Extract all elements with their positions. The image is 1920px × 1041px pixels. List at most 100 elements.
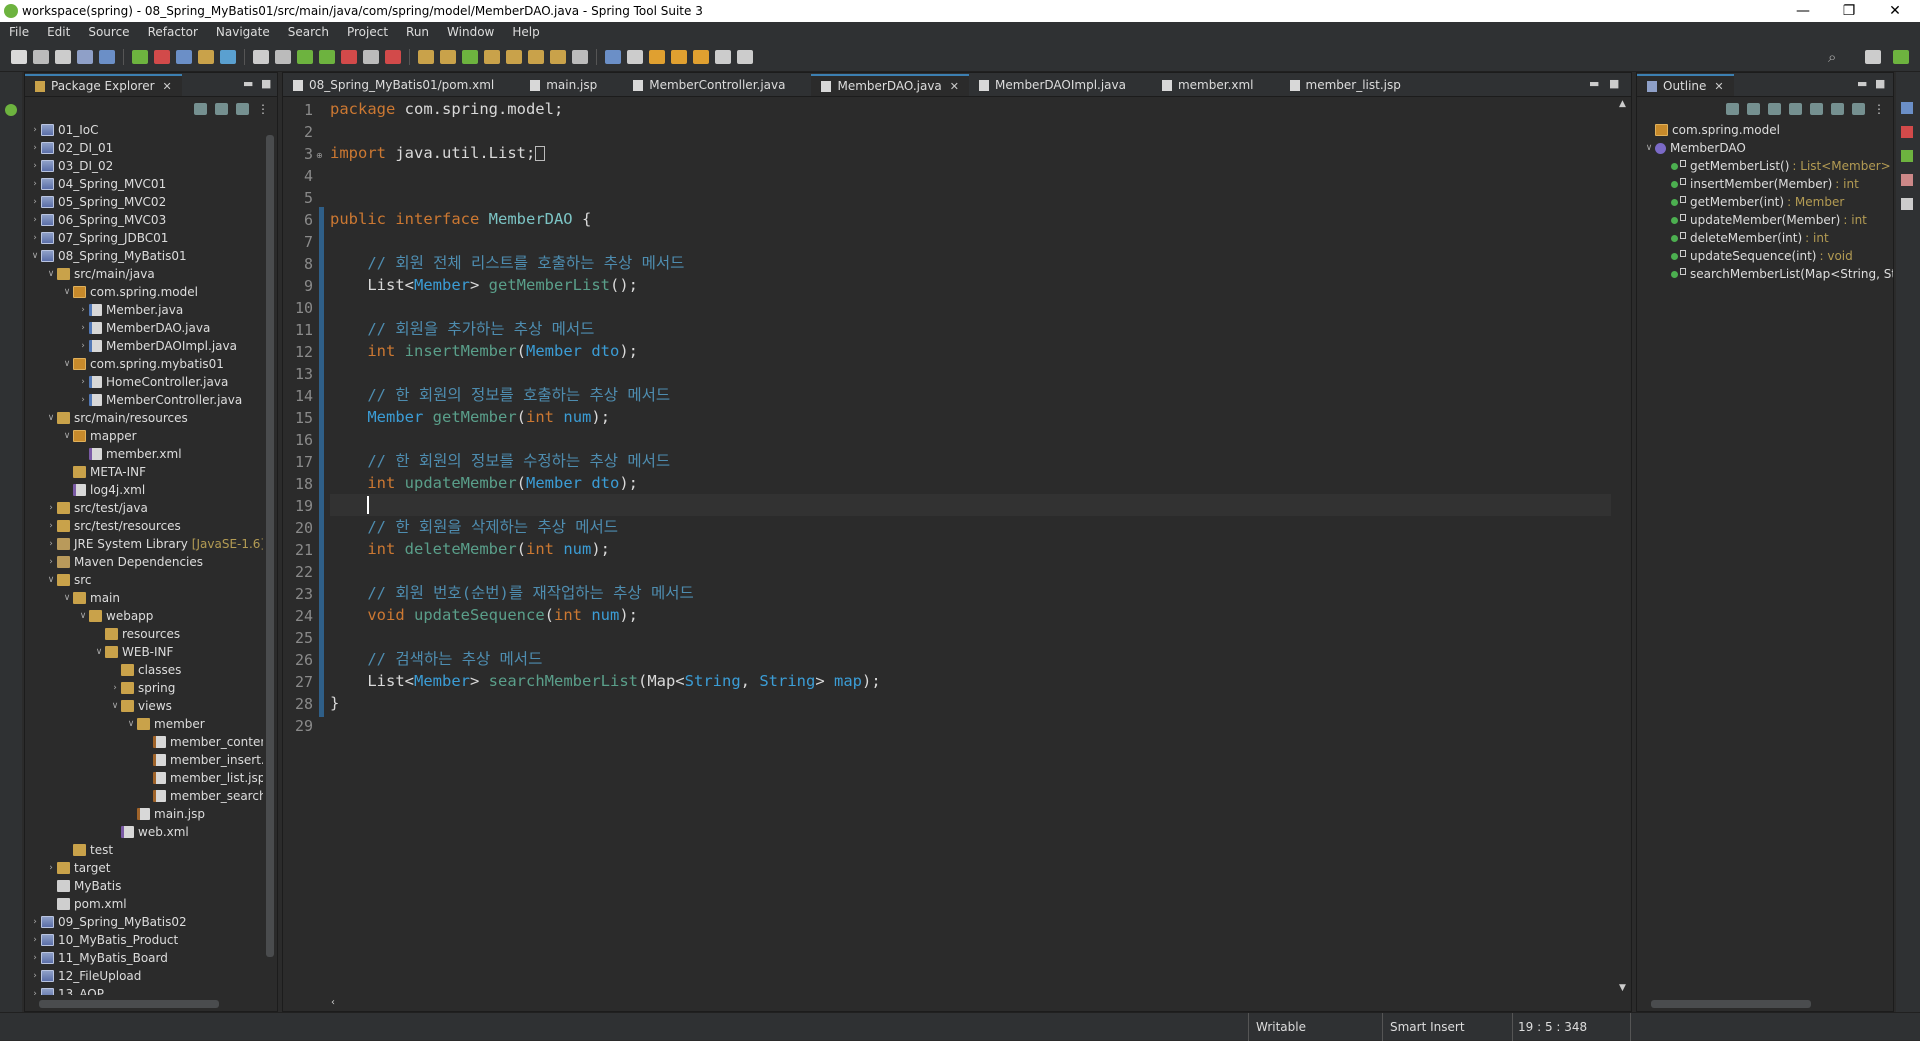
chevron-down-icon[interactable]: ∨: [61, 431, 73, 441]
toolbar-button-icon[interactable]: [550, 49, 566, 64]
console-icon[interactable]: [1901, 150, 1913, 162]
code-line[interactable]: [330, 186, 1611, 208]
code-line[interactable]: int updateMember(Member dto);: [330, 472, 1611, 494]
toolbar-button-icon[interactable]: [198, 49, 214, 64]
tree-item[interactable]: classes: [25, 661, 263, 679]
editor-vscrollbar[interactable]: ▲ ▼: [1617, 97, 1631, 995]
outline-hscrollbar[interactable]: [1637, 997, 1893, 1011]
code-line[interactable]: [330, 296, 1611, 318]
toolbar-button-icon[interactable]: [462, 49, 478, 64]
code-line[interactable]: // 회원을 추가하는 추상 메서드: [330, 318, 1611, 340]
hide-local-types-icon[interactable]: [1831, 103, 1844, 115]
tree-item[interactable]: member_list.jsp: [25, 769, 263, 787]
menu-item-navigate[interactable]: Navigate: [207, 25, 279, 39]
chevron-down-icon[interactable]: ∨: [1643, 143, 1655, 153]
code-line[interactable]: List<Member> searchMemberList(Map<String…: [330, 670, 1611, 692]
code-line[interactable]: List<Member> getMemberList();: [330, 274, 1611, 296]
code-editor[interactable]: 1 2 3 ⊕ 4 5 6 7 8 9 10 11 12 13 14 15 16 17 18 19 20 21 22 23 24…: [283, 97, 1631, 995]
chevron-right-icon[interactable]: ›: [29, 143, 41, 153]
menu-item-search[interactable]: Search: [279, 25, 338, 39]
open-perspective-icon[interactable]: [1865, 50, 1881, 64]
toolbar-button-icon[interactable]: [506, 49, 522, 64]
code-line[interactable]: }: [330, 692, 1611, 714]
outline-item[interactable]: searchMemberList(Map<String, Stri: [1637, 265, 1893, 283]
menu-item-help[interactable]: Help: [503, 25, 548, 39]
toolbar-button-icon[interactable]: [737, 49, 753, 64]
chevron-down-icon[interactable]: ∨: [45, 575, 57, 585]
chevron-right-icon[interactable]: ›: [29, 215, 41, 225]
chevron-right-icon[interactable]: ›: [77, 377, 89, 387]
code-line[interactable]: // 회원 전체 리스트를 호출하는 추상 메서드: [330, 252, 1611, 274]
tree-item[interactable]: member_searchl: [25, 787, 263, 805]
tree-item[interactable]: ∨ com.spring.mybatis01: [25, 355, 263, 373]
chevron-down-icon[interactable]: ∨: [61, 287, 73, 297]
chevron-down-icon[interactable]: ∨: [29, 251, 41, 261]
menu-item-run[interactable]: Run: [397, 25, 438, 39]
toolbar-button-icon[interactable]: [649, 49, 665, 64]
chevron-right-icon[interactable]: ›: [45, 521, 57, 531]
tree-item[interactable]: ∨ src/main/resources: [25, 409, 263, 427]
tree-item[interactable]: › src/test/java: [25, 499, 263, 517]
chevron-down-icon[interactable]: ∨: [61, 359, 73, 369]
status-insert-mode[interactable]: Smart Insert: [1390, 1020, 1465, 1034]
toolbar-button-icon[interactable]: [341, 49, 357, 64]
tree-item[interactable]: member_conten: [25, 733, 263, 751]
chevron-down-icon[interactable]: ∨: [45, 413, 57, 423]
outline-item[interactable]: getMemberList(): List<Member>: [1637, 157, 1893, 175]
chevron-right-icon[interactable]: ›: [29, 935, 41, 945]
tree-item[interactable]: META-INF: [25, 463, 263, 481]
problems-icon[interactable]: [1901, 126, 1913, 138]
spring-perspective-icon[interactable]: [1893, 50, 1909, 64]
editor-tab[interactable]: member.xml: [1152, 74, 1280, 96]
chevron-down-icon[interactable]: ∨: [77, 611, 89, 621]
menu-item-edit[interactable]: Edit: [38, 25, 79, 39]
search-icon[interactable]: ⌕: [1828, 48, 1836, 66]
editor-tab[interactable]: 08_Spring_MyBatis01/pom.xml: [283, 74, 520, 96]
tree-item[interactable]: › MemberController.java: [25, 391, 263, 409]
toolbar-button-icon[interactable]: [11, 49, 27, 64]
task-list-icon[interactable]: [1901, 102, 1913, 114]
tree-item[interactable]: › spring: [25, 679, 263, 697]
toolbar-button-icon[interactable]: [605, 49, 621, 64]
tree-item[interactable]: › Maven Dependencies: [25, 553, 263, 571]
menu-item-refactor[interactable]: Refactor: [139, 25, 207, 39]
toolbar-button-icon[interactable]: [671, 49, 687, 64]
code-line[interactable]: [330, 626, 1611, 648]
chevron-right-icon[interactable]: ›: [77, 323, 89, 333]
toolbar-button-icon[interactable]: [385, 49, 401, 64]
chevron-right-icon[interactable]: ›: [29, 197, 41, 207]
fold-collapsed-icon[interactable]: ⊕: [316, 151, 323, 160]
tree-item[interactable]: › 09_Spring_MyBatis02: [25, 913, 263, 931]
editor-tab[interactable]: MemberDAOImpl.java: [969, 74, 1152, 96]
tree-item[interactable]: main.jsp: [25, 805, 263, 823]
toolbar-button-icon[interactable]: [418, 49, 434, 64]
chevron-right-icon[interactable]: ›: [45, 863, 57, 873]
code-line[interactable]: // 회원 번호(순번)를 재작업하는 추상 메서드: [330, 582, 1611, 604]
toolbar-button-icon[interactable]: [275, 49, 291, 64]
close-icon[interactable]: ✕: [950, 80, 959, 93]
view-menu-icon[interactable]: ⋮: [257, 102, 269, 116]
filter-icon[interactable]: [236, 103, 249, 115]
hide-fields-icon[interactable]: [1768, 103, 1781, 115]
chevron-right-icon[interactable]: ›: [29, 953, 41, 963]
outline-item[interactable]: getMember(int): Member: [1637, 193, 1893, 211]
toolbar-button-icon[interactable]: [154, 49, 170, 64]
toolbar-button-icon[interactable]: [132, 49, 148, 64]
chevron-down-icon[interactable]: ∨: [109, 701, 121, 711]
toolbar-button-icon[interactable]: [297, 49, 313, 64]
outline-item[interactable]: com.spring.model: [1637, 121, 1893, 139]
menu-item-window[interactable]: Window: [438, 25, 503, 39]
toolbar-button-icon[interactable]: [572, 49, 588, 64]
outline-item[interactable]: ∨ MemberDAO: [1637, 139, 1893, 157]
tree-item[interactable]: › Member.java: [25, 301, 263, 319]
tree-item[interactable]: test: [25, 841, 263, 859]
package-explorer-hscrollbar[interactable]: [25, 997, 263, 1011]
link-with-editor-icon[interactable]: [215, 103, 228, 115]
tree-item[interactable]: › 13_AOP: [25, 985, 263, 995]
tree-item[interactable]: ∨ mapper: [25, 427, 263, 445]
hide-static-icon[interactable]: [1789, 103, 1802, 115]
code-line[interactable]: [330, 164, 1611, 186]
chevron-down-icon[interactable]: ∨: [45, 269, 57, 279]
toolbar-button-icon[interactable]: [693, 49, 709, 64]
folded-imports-box[interactable]: [535, 146, 546, 161]
